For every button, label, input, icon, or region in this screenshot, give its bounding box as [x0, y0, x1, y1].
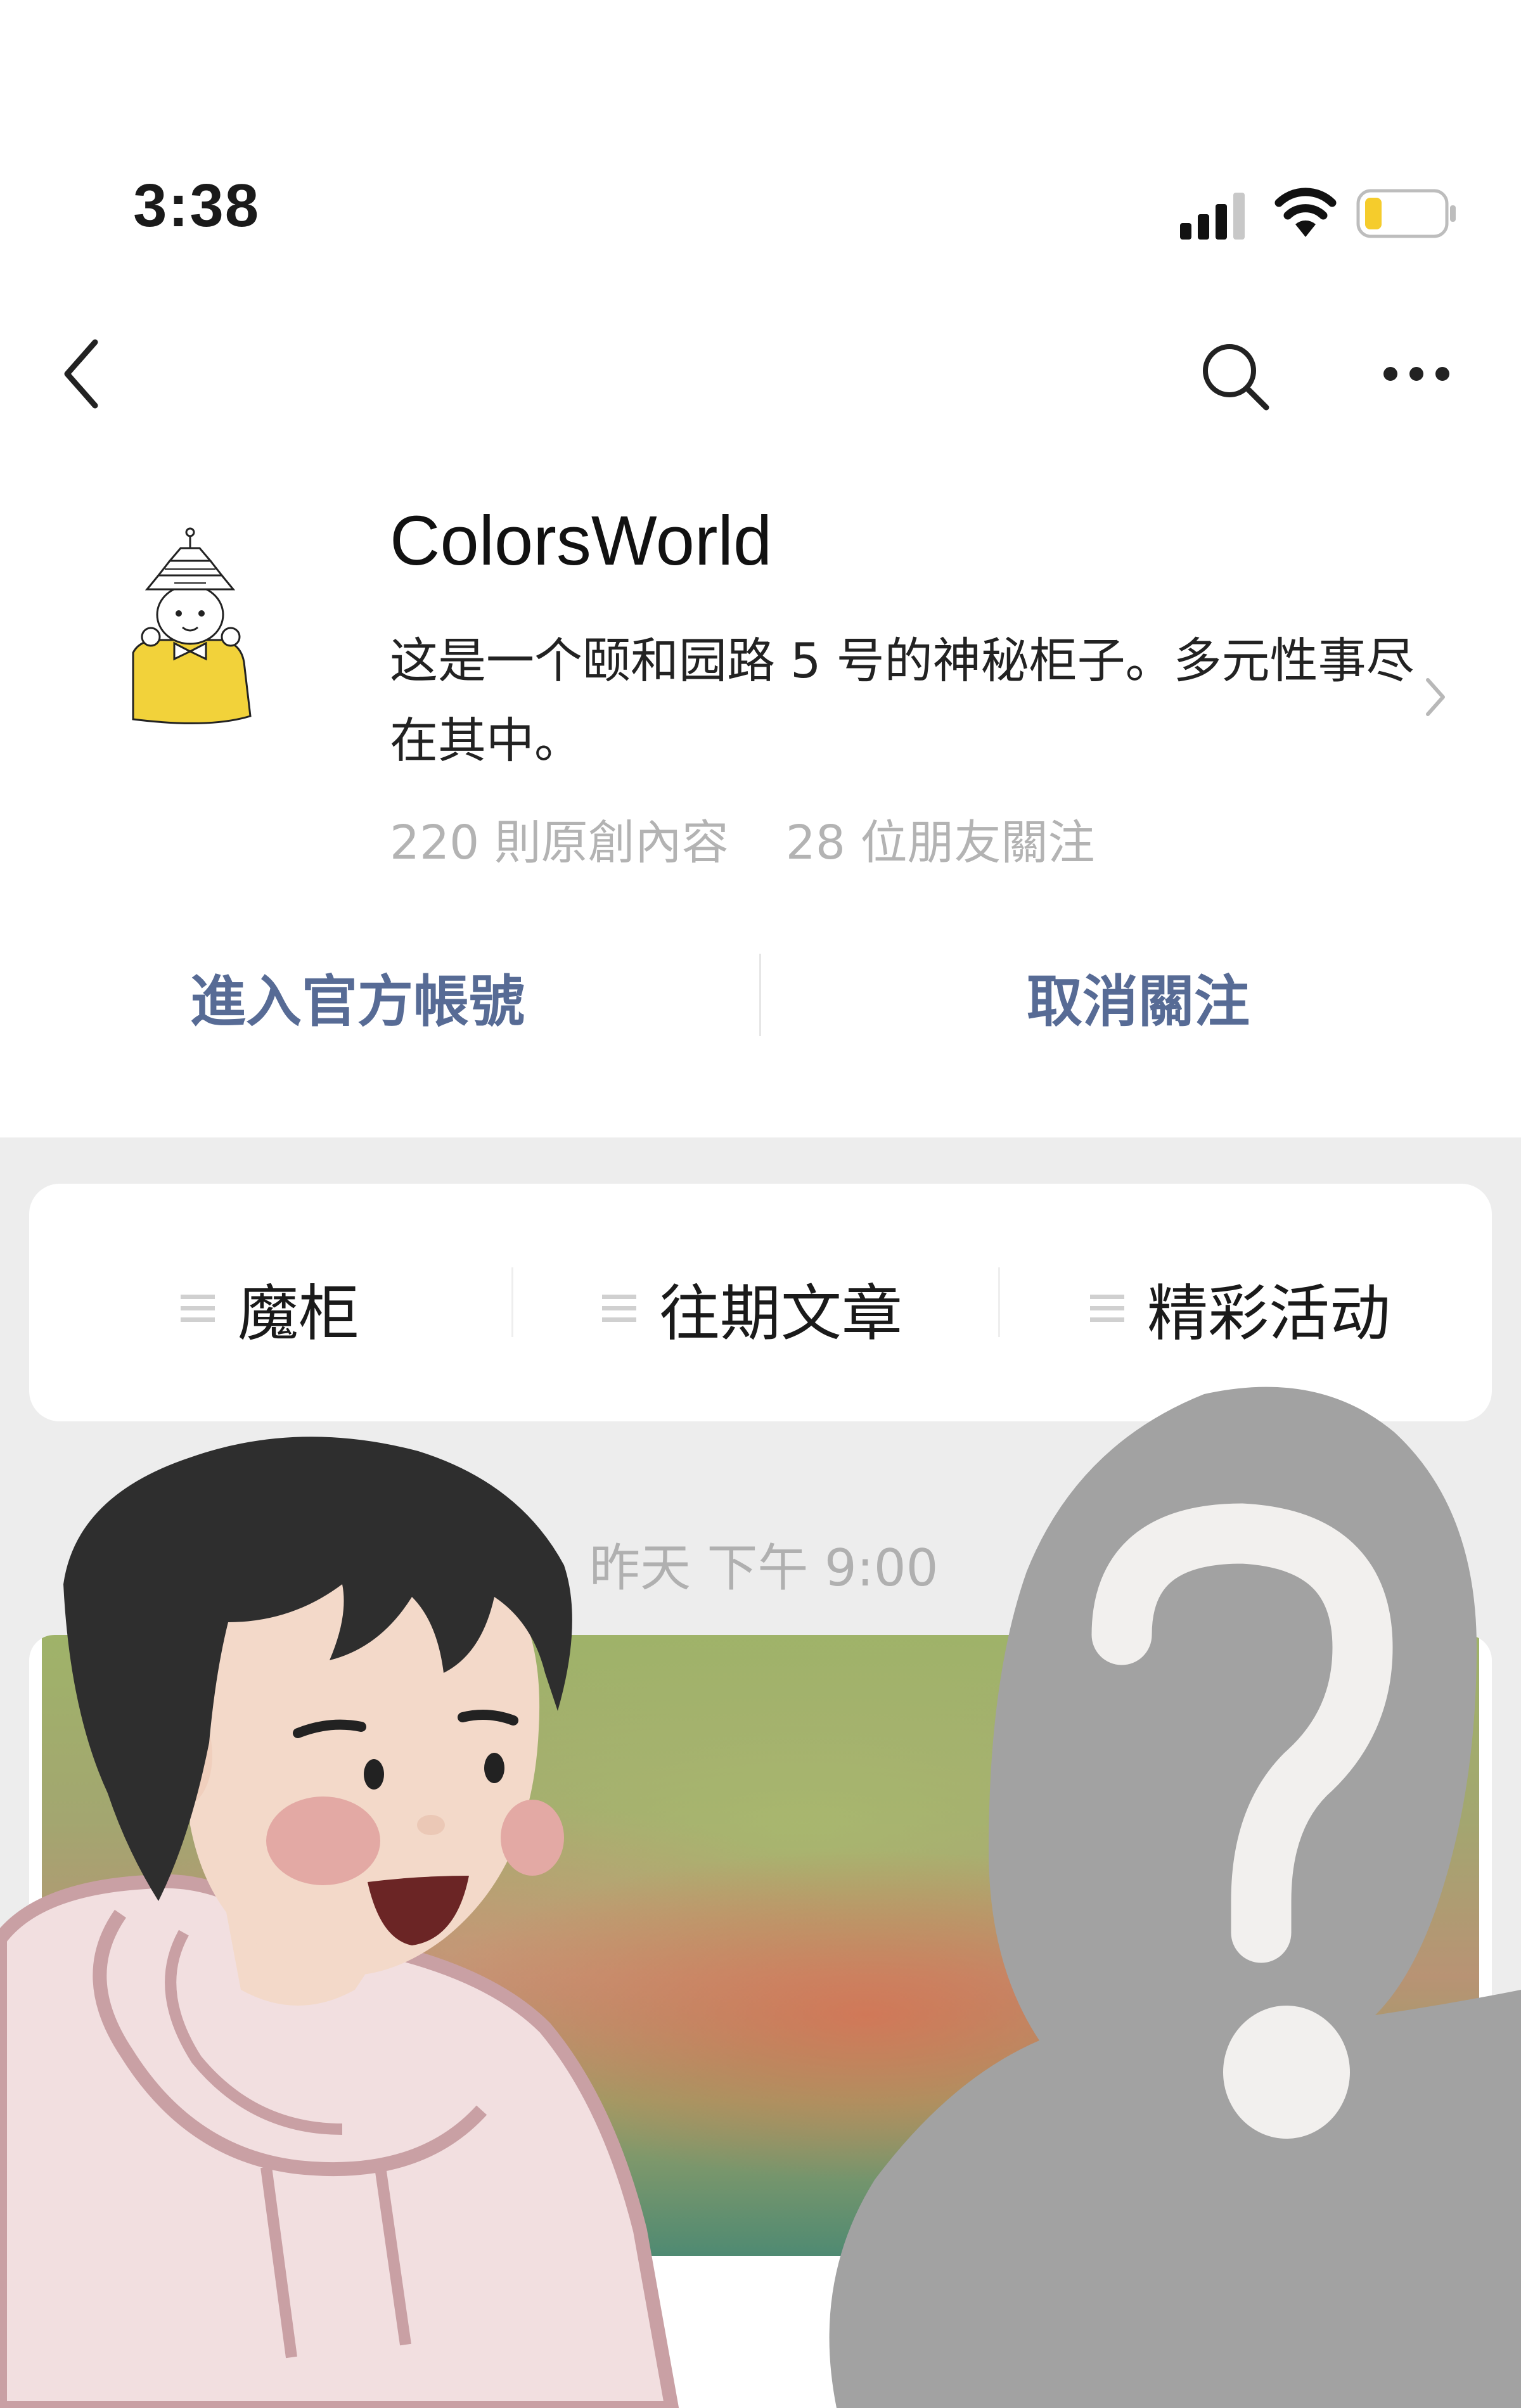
back-chevron-icon[interactable] — [56, 336, 106, 412]
account-description[interactable]: 这是一个颐和园路 5 号的神秘柜子。多元性事尽在其中。 — [390, 621, 1416, 781]
menu-separator — [511, 1267, 513, 1337]
status-time: 3:38 — [133, 172, 260, 240]
menu-item-label: 魔柜 — [238, 1278, 359, 1349]
action-divider — [759, 954, 761, 1036]
more-dots-icon[interactable] — [1382, 361, 1451, 387]
article-cover-image[interactable] — [42, 1635, 1479, 2256]
enter-official-account-button[interactable]: 進入官方帳號 — [190, 957, 525, 1037]
account-name: ColorsWorld — [390, 502, 773, 580]
menu-lines-icon — [1090, 1288, 1124, 1329]
search-icon[interactable] — [1198, 339, 1274, 415]
chevron-right-icon[interactable] — [1423, 675, 1448, 719]
menu-item-activities[interactable]: 精彩活动 — [1090, 1264, 1390, 1352]
account-stats: 220 則原創內容 28 位朋友關注 — [390, 805, 1094, 873]
wifi-icon — [1274, 188, 1337, 237]
menu-separator — [998, 1267, 1000, 1337]
menu-item-mogui[interactable]: 魔柜 — [181, 1264, 359, 1352]
cellular-signal-icon — [1180, 193, 1245, 240]
menu-item-past-articles[interactable]: 往期文章 — [602, 1264, 902, 1352]
battery-icon — [1356, 189, 1456, 238]
menu-lines-icon — [602, 1288, 636, 1329]
friends-following-count: 28 位朋友關注 — [785, 816, 1095, 870]
unfollow-button[interactable]: 取消關注 — [1027, 957, 1250, 1037]
menu-lines-icon — [181, 1288, 215, 1329]
article-card[interactable] — [29, 1635, 1492, 2408]
menu-item-label: 精彩活动 — [1147, 1278, 1390, 1349]
post-timestamp: 昨天 下午 9:00 — [589, 1539, 939, 1598]
status-bar: 3:38 — [0, 0, 1521, 279]
original-content-count: 220 則原創內容 — [390, 816, 729, 870]
account-avatar[interactable] — [114, 526, 266, 735]
menu-item-label: 往期文章 — [659, 1278, 902, 1349]
